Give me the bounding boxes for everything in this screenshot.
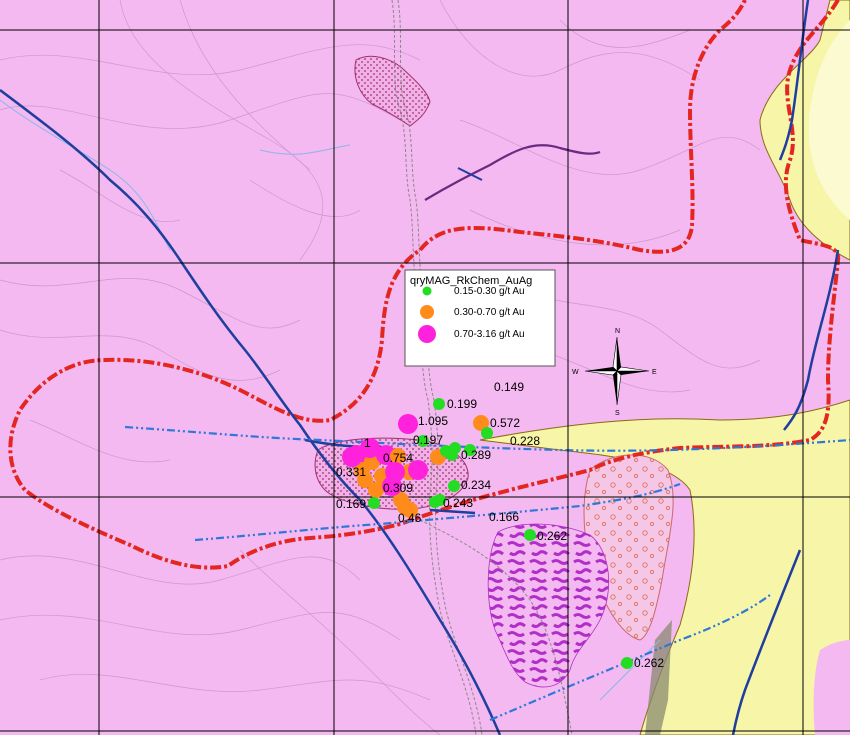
sample-point[interactable] [368,497,380,509]
sample-label: 0.199 [447,397,477,411]
sample-label: 0.46 [398,511,422,525]
sample-point[interactable] [524,529,536,541]
sample-label: 0.166 [489,510,519,524]
legend-symbol [420,305,434,319]
sample-label: 0.197 [413,433,443,447]
sample-label: 0.289 [461,448,491,462]
sample-point[interactable] [398,414,418,434]
sample-point[interactable] [481,427,493,439]
legend-label: 0.70-3.16 g/t Au [454,329,525,340]
legend: qryMAG_RkChem_AuAg 0.15-0.30 g/t Au0.30-… [404,269,556,367]
sample-label: 1 [364,436,371,450]
sample-label: 0.243 [443,496,473,510]
sample-label: 0.234 [461,478,491,492]
compass-w: W [572,369,579,376]
sample-point[interactable] [385,462,405,482]
granite-se-pink-bay [813,640,850,735]
sample-label: 0.149 [494,380,524,394]
sample-label: 0.331 [336,465,366,479]
sample-label: 1.095 [418,414,448,428]
legend-label: 0.15-0.30 g/t Au [454,286,525,297]
sample-label: 0.262 [537,529,567,543]
sample-point[interactable] [342,447,362,467]
sample-label: 0.262 [634,656,664,670]
sample-label: 0.169 [336,497,366,511]
legend-label: 0.30-0.70 g/t Au [454,307,525,318]
legend-symbol [418,325,436,343]
sample-label: 0.572 [490,416,520,430]
sample-point[interactable] [433,398,445,410]
compass-s: S [615,410,620,417]
legend-symbol [422,286,432,296]
sample-label: 0.228 [510,434,540,448]
compass-e: E [652,369,657,376]
sample-point[interactable] [429,496,441,508]
sample-point[interactable] [621,657,633,669]
sample-point[interactable] [446,449,458,461]
sample-point[interactable] [448,480,460,492]
compass-n: N [615,328,620,335]
sample-label: 0.309 [383,481,413,495]
geology-map[interactable]: 0.1990.1491.095 0.5720.197 0.22810.754 0.28… [0,0,850,735]
